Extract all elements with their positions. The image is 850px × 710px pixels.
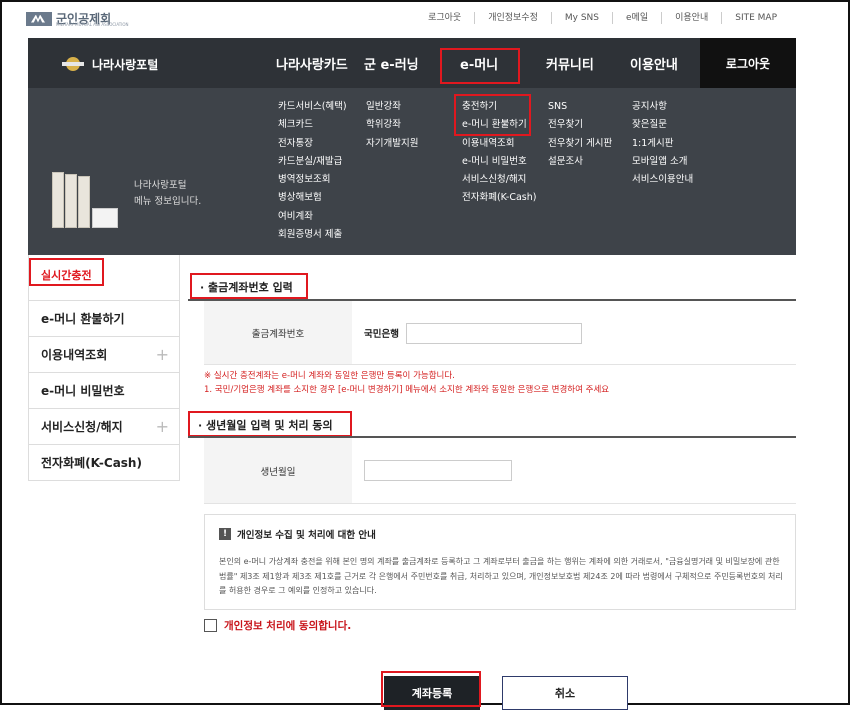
submenu-item[interactable]: 전자통장 (278, 135, 347, 153)
submenu-item[interactable]: 학위강좌 (366, 116, 418, 134)
lnb-item-label: 이용내역조회 (41, 348, 108, 362)
promo-line: 나라사랑포털 (134, 180, 187, 191)
submenu-item[interactable]: 서비스신청/해지 (462, 171, 536, 189)
util-link-email[interactable]: e메일 (612, 12, 661, 24)
logo-mark-icon (26, 11, 52, 26)
promo-line: 메뉴 정보입니다. (134, 196, 202, 207)
lnb-item-refund[interactable]: e-머니 환불하기 (28, 301, 180, 337)
menu-military-elearning[interactable]: 군 e-러닝 (364, 54, 419, 73)
birth-date-input[interactable] (364, 460, 512, 481)
box-icon (92, 208, 118, 228)
global-navigation: 나라사랑포털 나라사랑카드 군 e-러닝 e-머니 커뮤니티 이용안내 로그아웃… (28, 38, 796, 255)
menu-community[interactable]: 커뮤니티 (546, 54, 594, 73)
plus-icon[interactable]: + (156, 345, 169, 364)
privacy-agree-label[interactable]: 개인정보 처리에 동의합니다. (224, 618, 351, 633)
submenu-item[interactable]: 설문조사 (548, 153, 612, 171)
submenu-elearning: 일반강좌 학위강좌 자기개발지원 (366, 98, 418, 153)
submenu-item[interactable]: 이용내역조회 (462, 135, 536, 153)
lnb-item-label: e-머니 비밀번호 (41, 384, 125, 398)
logo-subtitle: MILITARY MUTUAL AID ASSOCIATION (56, 22, 129, 27)
lnb-item-label: 서비스신청/해지 (41, 420, 123, 434)
birth-section-title-text: 생년월일 입력 및 처리 동의 (206, 419, 333, 432)
submenu-item[interactable]: 체크카드 (278, 116, 347, 134)
top-utility-bar: 군인공제회 MILITARY MUTUAL AID ASSOCIATION 로그… (2, 2, 848, 36)
highlight-box-emoney-menu (440, 48, 520, 84)
submenu-item[interactable]: 병상해보험 (278, 189, 347, 207)
submenu-item[interactable]: 전자화폐(K-Cash) (462, 189, 536, 207)
util-link-profile[interactable]: 개인정보수정 (474, 12, 551, 24)
submenu-guide: 공지사항 잦은질문 1:1게시판 모바일앱 소개 서비스이용안내 (632, 98, 693, 189)
account-section-title-text: 출금계좌번호 입력 (208, 281, 293, 294)
submenu-item[interactable]: SNS (548, 98, 612, 116)
account-section-title: · 출금계좌번호 입력 (200, 281, 293, 294)
folder-icon (65, 174, 77, 228)
submenu-item[interactable]: 전우찾기 게시판 (548, 135, 612, 153)
birth-label: 생년월일 (204, 438, 352, 503)
privacy-agree-checkbox[interactable] (204, 619, 217, 632)
submenu-item[interactable]: 여비계좌 (278, 208, 347, 226)
account-note-1: ※ 실시간 충전계좌는 e-머니 계좌와 동일한 은행만 등록이 가능합니다. (204, 371, 455, 381)
highlight-box-emoney-submenu (454, 94, 531, 136)
account-note-2: 1. 국민/기업은행 계좌를 소지한 경우 [e-머니 변경하기] 메뉴에서 소… (204, 385, 610, 395)
menu-guide[interactable]: 이용안내 (630, 54, 678, 73)
account-label: 출금계좌번호 (204, 301, 352, 364)
menu-narasarang-card[interactable]: 나라사랑카드 (276, 54, 348, 73)
submenu-item[interactable]: 공지사항 (632, 98, 693, 116)
privacy-guide-title: ! 개인정보 수집 및 처리에 대한 안내 (219, 527, 376, 541)
util-link-mysns[interactable]: My SNS (550, 12, 612, 24)
submenu-item[interactable]: 일반강좌 (366, 98, 418, 116)
account-row: 출금계좌번호 국민은행 (204, 301, 796, 365)
folder-icon (78, 176, 90, 228)
privacy-agree[interactable]: 개인정보 처리에 동의합니다. (204, 618, 351, 633)
lnb-item-label: e-머니 환불하기 (41, 312, 125, 326)
lnb-item-history[interactable]: 이용내역조회 + (28, 337, 180, 373)
plus-icon[interactable]: + (156, 417, 169, 436)
emblem-icon (62, 53, 84, 75)
promo-text: 나라사랑포털 메뉴 정보입니다. (134, 178, 201, 210)
privacy-guide-body: 본인의 e-머니 가상계좌 충전을 위해 본인 명의 계좌를 출금계좌로 등록하… (219, 557, 783, 595)
highlight-box-submit (381, 671, 481, 707)
exclamation-icon: ! (219, 528, 231, 540)
lnb-item-service[interactable]: 서비스신청/해지 + (28, 409, 180, 445)
submenu-card: 카드서비스(혜택) 체크카드 전자통장 카드분실/재발급 병역정보조회 병상해보… (278, 98, 347, 244)
submenu-item[interactable]: e-머니 비밀번호 (462, 153, 536, 171)
submenu-item[interactable]: 회원증명서 제출 (278, 226, 347, 244)
left-navigation: 실시간충전 e-머니 환불하기 이용내역조회 + e-머니 비밀번호 서비스신청… (28, 255, 180, 481)
submenu-item[interactable]: 자기개발지원 (366, 135, 418, 153)
util-link-sitemap[interactable]: SITE MAP (721, 12, 790, 24)
birth-section-title: · 생년월일 입력 및 처리 동의 (198, 419, 333, 432)
util-link-logout[interactable]: 로그아웃 (415, 12, 474, 24)
gnb-menu-bar: 나라사랑포털 나라사랑카드 군 e-러닝 e-머니 커뮤니티 이용안내 로그아웃 (28, 38, 796, 88)
lnb-item-label: 전자화폐(K-Cash) (41, 456, 142, 470)
privacy-guide-title-text: 개인정보 수집 및 처리에 대한 안내 (237, 530, 376, 541)
portal-title: 나라사랑포털 (92, 57, 159, 72)
lnb-item-password[interactable]: e-머니 비밀번호 (28, 373, 180, 409)
folder-icon (52, 172, 64, 228)
submenu-community: SNS 전우찾기 전우찾기 게시판 설문조사 (548, 98, 612, 171)
lnb-item-kcash[interactable]: 전자화폐(K-Cash) (28, 445, 180, 481)
submenu-item[interactable]: 모바일앱 소개 (632, 153, 693, 171)
utility-links: 로그아웃 개인정보수정 My SNS e메일 이용안내 SITE MAP (415, 12, 790, 24)
submenu-item[interactable]: 카드분실/재발급 (278, 153, 347, 171)
logout-button[interactable]: 로그아웃 (700, 38, 796, 88)
submenu-item[interactable]: 병역정보조회 (278, 171, 347, 189)
bank-name: 국민은행 (364, 329, 399, 340)
submenu-item[interactable]: 1:1게시판 (632, 135, 693, 153)
submenu-item[interactable]: 잦은질문 (632, 116, 693, 134)
account-number-input[interactable] (406, 323, 582, 344)
promo-image (50, 166, 120, 228)
birth-row: 생년월일 (204, 438, 796, 504)
highlight-box-lnb (29, 258, 104, 286)
privacy-guide-box: ! 개인정보 수집 및 처리에 대한 안내 본인의 e-머니 가상계좌 충전을 … (204, 514, 796, 610)
submenu-item[interactable]: 카드서비스(혜택) (278, 98, 347, 116)
util-link-guide[interactable]: 이용안내 (661, 12, 721, 24)
submenu-item[interactable]: 서비스이용안내 (632, 171, 693, 189)
portal-home-link[interactable]: 나라사랑포털 (62, 53, 158, 75)
submenu-item[interactable]: 전우찾기 (548, 116, 612, 134)
